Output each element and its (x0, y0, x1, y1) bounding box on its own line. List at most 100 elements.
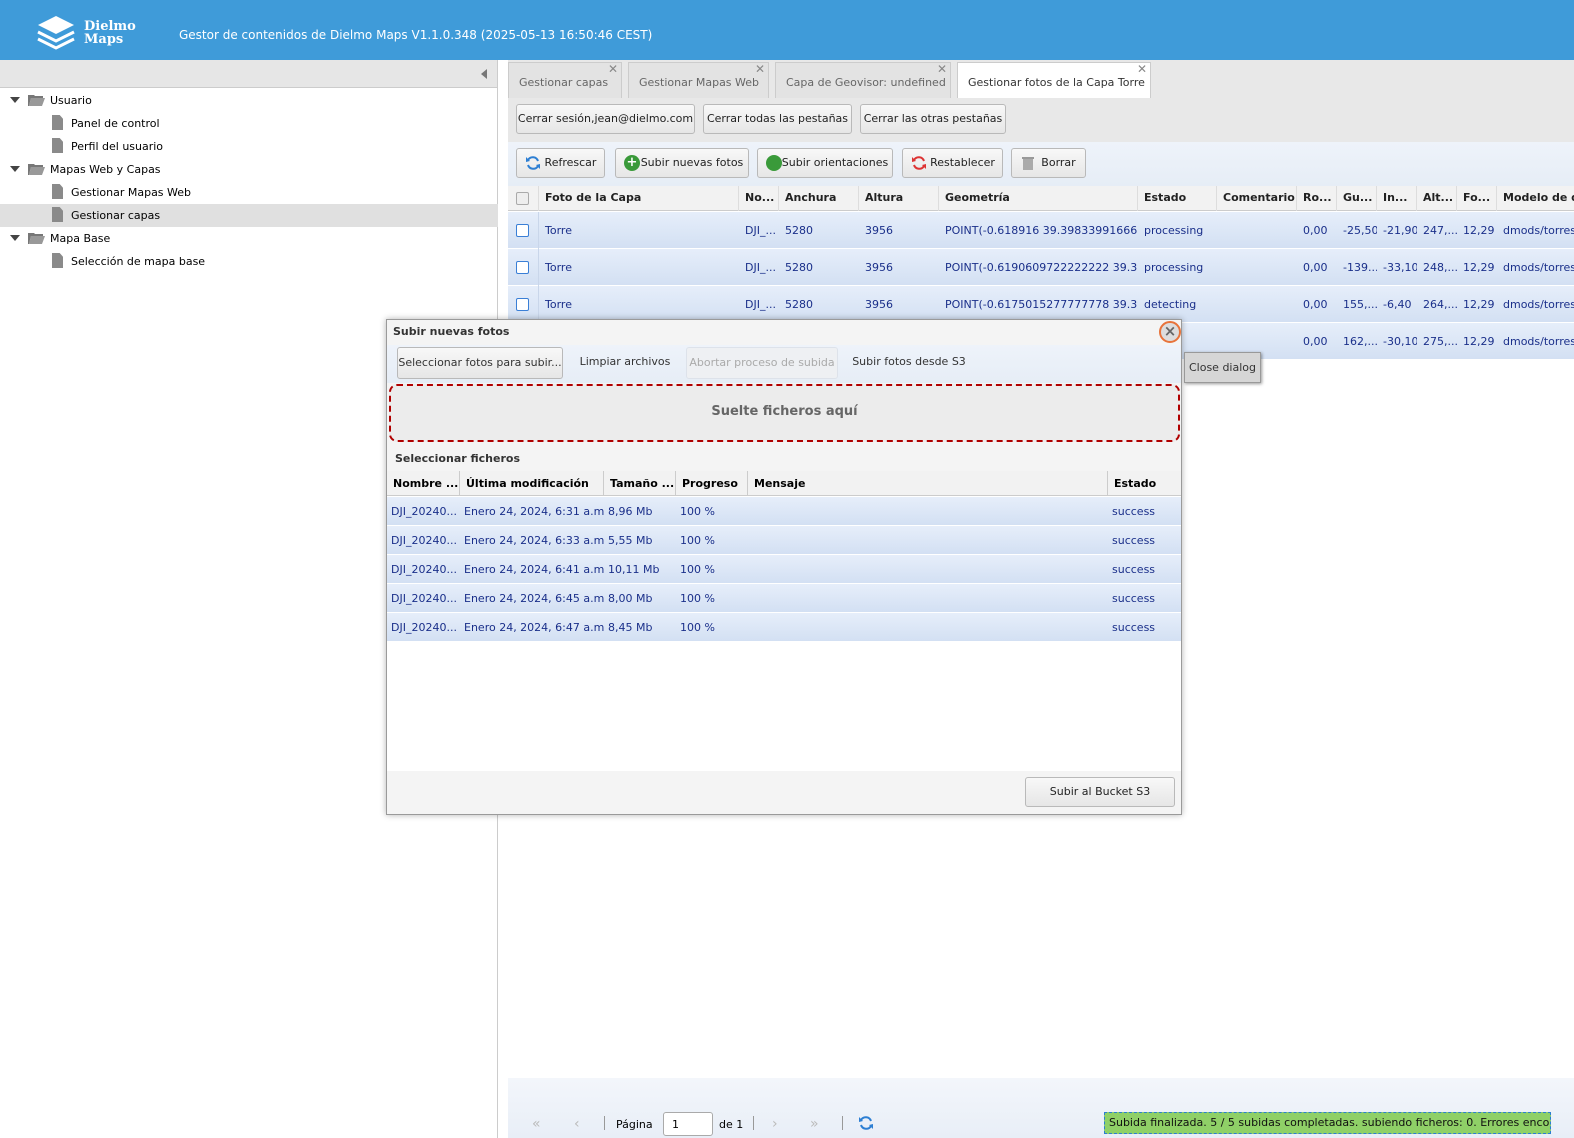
clear-files-button[interactable]: Limpiar archivos (575, 347, 675, 379)
table-cell: success (1112, 505, 1156, 518)
close-tab-icon[interactable]: ✕ (1137, 62, 1147, 76)
column-header[interactable]: Geometría (939, 186, 1138, 211)
column-header[interactable]: Fo... (1457, 186, 1497, 211)
column-header[interactable]: Altura (859, 186, 939, 211)
column-header[interactable]: In... (1377, 186, 1417, 211)
tab-gestionar-mapas-web[interactable]: Gestionar Mapas Web ✕ (628, 62, 769, 98)
table-cell: 247,... (1423, 224, 1457, 237)
file-drop-zone[interactable]: Suelte ficheros aquí (389, 384, 1180, 442)
file-row[interactable]: DJI_20240... Enero 24, 2024, 6:45 a.m. 8,0… (387, 584, 1181, 613)
upload-to-s3-bucket-button[interactable]: Subir al Bucket S3 (1025, 777, 1175, 807)
tree-item-panel-de-control[interactable]: Panel de control (0, 112, 498, 135)
column-header[interactable]: Modelo de d (1497, 186, 1574, 211)
column-header[interactable]: Mensaje (748, 471, 1108, 496)
table-cell: 0,00 (1303, 335, 1328, 348)
app-header: Dielmo Maps Gestor de contenidos de Diel… (0, 0, 1574, 60)
table-cell: 8,96 Mb (608, 505, 653, 518)
table-cell: DJI_20240... (391, 534, 457, 547)
row-checkbox[interactable] (516, 298, 529, 311)
tree-folder-mapas-web-y-capas[interactable]: Mapas Web y Capas (0, 158, 498, 181)
file-row[interactable]: DJI_20240... Enero 24, 2024, 6:31 a.m. 8,9… (387, 497, 1181, 526)
tab-gestionar-fotos-capa-torre[interactable]: Gestionar fotos de la Capa Torre ✕ (957, 62, 1151, 98)
column-header[interactable]: Progreso (676, 471, 748, 496)
table-cell: dmods/torres_ (1503, 224, 1574, 237)
column-header[interactable]: Foto de la Capa (539, 186, 739, 211)
logout-button[interactable]: Cerrar sesión,jean@dielmo.com (516, 104, 695, 134)
upload-from-s3-button[interactable]: Subir fotos desde S3 (850, 347, 968, 379)
table-cell: -21,90 (1383, 224, 1417, 237)
tree-item-gestionar-capas[interactable]: Gestionar capas (0, 204, 498, 227)
close-tab-icon[interactable]: ✕ (608, 62, 618, 76)
first-page-icon[interactable]: « (532, 1116, 541, 1132)
column-header[interactable]: Comentario (1217, 186, 1297, 211)
trash-icon (1022, 157, 1034, 170)
tree-item-perfil-del-usuario[interactable]: Perfil del usuario (0, 135, 498, 158)
close-dialog-tooltip: Close dialog (1184, 352, 1261, 383)
page-total-label: de 1 (719, 1118, 744, 1131)
tree-item-seleccion-de-mapa-base[interactable]: Selección de mapa base (0, 250, 498, 273)
tab-label: Gestionar capas (519, 76, 609, 89)
refresh-icon[interactable] (858, 1115, 874, 1131)
prev-page-icon[interactable]: ‹ (574, 1116, 580, 1132)
collapse-panel-icon[interactable] (481, 69, 487, 79)
table-cell: 264,... (1423, 298, 1457, 311)
table-row[interactable]: Torre DJI_... 5280 3956 POINT(-0.618916 39.3… (508, 212, 1574, 249)
dielmo-logo-icon (37, 16, 75, 50)
column-header[interactable]: Estado (1108, 471, 1181, 496)
close-other-tabs-button[interactable]: Cerrar las otras pestañas (860, 104, 1006, 134)
upload-new-photos-button[interactable]: + Subir nuevas fotos (615, 148, 749, 178)
expand-arrow-icon[interactable] (10, 97, 20, 103)
table-row[interactable]: Torre DJI_... 5280 3956 POINT(-0.61906097222… (508, 249, 1574, 286)
logo-text: Dielmo Maps (84, 19, 136, 47)
tree-item-gestionar-mapas-web[interactable]: Gestionar Mapas Web (0, 181, 498, 204)
refresh-button[interactable]: Refrescar (516, 148, 605, 178)
upload-orientations-button[interactable]: Subir orientaciones (757, 148, 893, 178)
close-tab-icon[interactable]: ✕ (937, 62, 947, 76)
select-all-header[interactable] (508, 186, 539, 211)
delete-button[interactable]: Borrar (1011, 148, 1086, 178)
column-header[interactable]: Última modificación (460, 471, 604, 496)
expand-arrow-icon[interactable] (10, 235, 20, 241)
table-cell: DJI_20240... (391, 621, 457, 634)
column-header[interactable]: Tamaño ... (604, 471, 676, 496)
next-page-icon[interactable]: › (772, 1116, 778, 1132)
photos-grid-header: Foto de la Capa No... Anchura Altura Geo… (508, 186, 1574, 211)
file-row[interactable]: DJI_20240... Enero 24, 2024, 6:33 a.m. 5,5… (387, 526, 1181, 555)
refresh-icon (526, 156, 540, 170)
column-header[interactable]: Gu... (1337, 186, 1377, 211)
tree-folder-usuario[interactable]: Usuario (0, 89, 498, 112)
column-header[interactable]: Anchura (779, 186, 859, 211)
file-row[interactable]: DJI_20240... Enero 24, 2024, 6:41 a.m. 10,… (387, 555, 1181, 584)
close-all-tabs-button[interactable]: Cerrar todas las pestañas (703, 104, 852, 134)
abort-upload-button[interactable]: Abortar proceso de subida (686, 347, 838, 379)
column-header[interactable]: Estado (1138, 186, 1217, 211)
column-header[interactable]: No... (739, 186, 779, 211)
file-row[interactable]: DJI_20240... Enero 24, 2024, 6:47 a.m. 8,4… (387, 613, 1181, 642)
reset-button[interactable]: Restablecer (902, 148, 1003, 178)
tree-label: Selección de mapa base (71, 255, 206, 268)
tab-gestionar-capas[interactable]: Gestionar capas ✕ (508, 62, 622, 98)
close-tab-icon[interactable]: ✕ (755, 62, 765, 76)
column-header[interactable]: Ro... (1297, 186, 1337, 211)
app-title: Gestor de contenidos de Dielmo Maps V1.1… (179, 28, 653, 42)
row-checkbox[interactable] (516, 224, 529, 237)
last-page-icon[interactable]: » (810, 1116, 819, 1132)
column-header[interactable]: Alt... (1417, 186, 1457, 211)
table-cell (1217, 212, 1297, 249)
table-cell: Enero 24, 2024, 6:47 a.m. (464, 621, 604, 634)
column-header[interactable]: Nombre ... (387, 471, 460, 496)
tab-capa-de-geovisor[interactable]: Capa de Geovisor: undefined ✕ (775, 62, 951, 98)
row-checkbox[interactable] (516, 261, 529, 274)
table-cell: POINT(-0.618916 39.3983399166666... (945, 224, 1138, 237)
table-cell: Enero 24, 2024, 6:33 a.m. (464, 534, 604, 547)
table-row[interactable]: Torre DJI_... 5280 3956 POINT(-0.61750152777… (508, 286, 1574, 323)
separator (842, 1116, 843, 1130)
table-cell: 100 % (680, 505, 715, 518)
table-cell: -33,10 (1383, 261, 1417, 274)
page-number-input[interactable] (663, 1112, 713, 1136)
expand-arrow-icon[interactable] (10, 166, 20, 172)
tree-folder-mapa-base[interactable]: Mapa Base (0, 227, 498, 250)
select-photos-button[interactable]: Seleccionar fotos para subir... (397, 347, 563, 379)
table-cell: dmods/torres_ (1503, 335, 1574, 348)
close-dialog-icon[interactable]: × (1159, 321, 1181, 343)
